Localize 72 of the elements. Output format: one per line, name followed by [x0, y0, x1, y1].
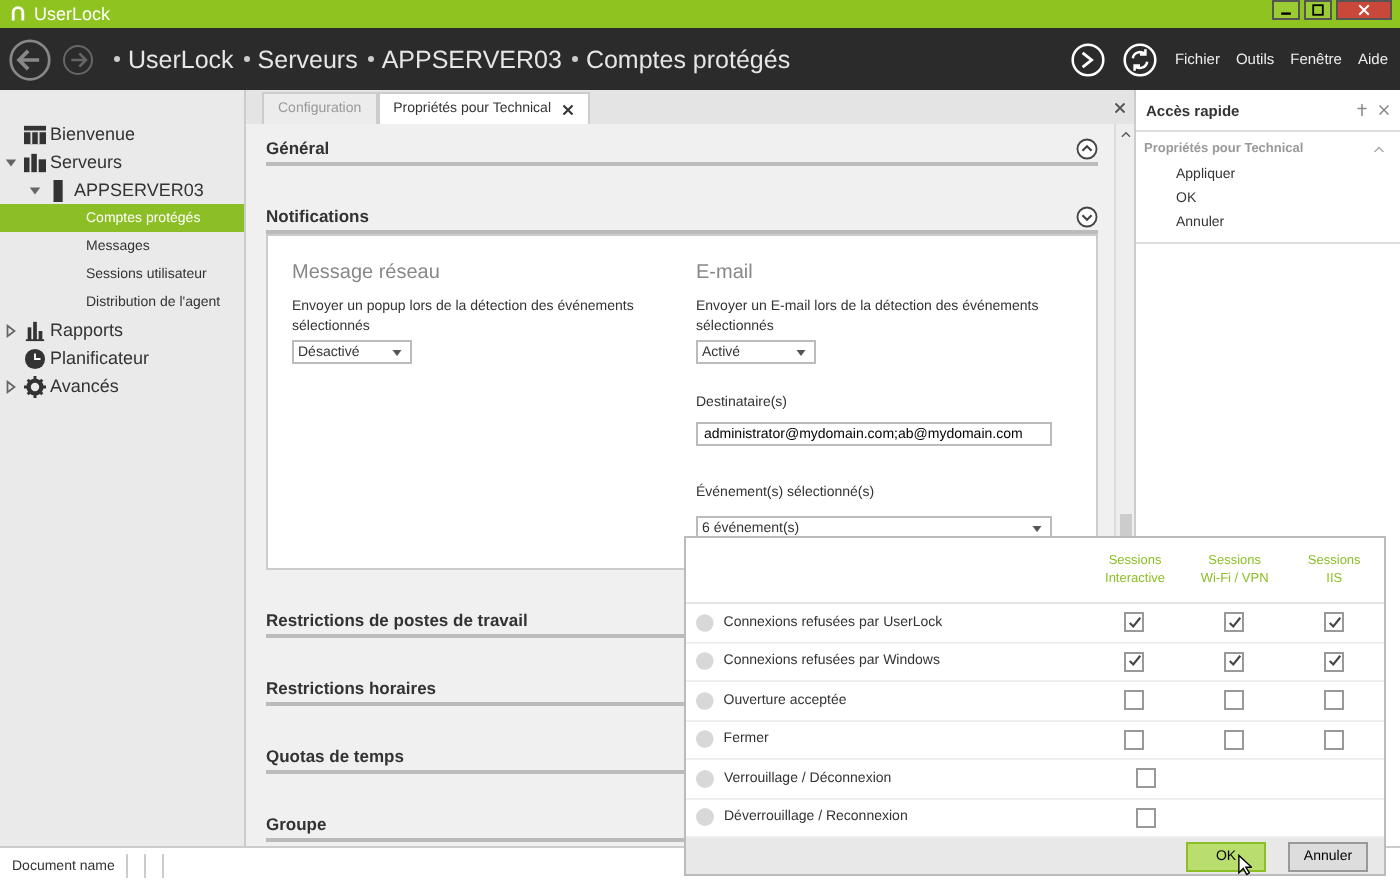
breadcrumb-item[interactable]: Comptes protégés — [585, 45, 791, 73]
gear-icon — [24, 375, 46, 397]
checkbox[interactable] — [1224, 612, 1245, 633]
section-heading[interactable]: Groupe — [266, 814, 327, 834]
expander-icon[interactable] — [4, 155, 18, 169]
checkbox[interactable] — [1124, 651, 1145, 672]
tree-label: Bienvenue — [50, 124, 136, 144]
tree-label: Avancés — [50, 376, 119, 396]
back-button[interactable] — [8, 37, 52, 81]
section-heading[interactable]: Notifications — [266, 206, 369, 226]
tree-item[interactable]: Bienvenue — [0, 120, 244, 148]
refresh-icon[interactable] — [1122, 41, 1159, 77]
collapse-toggle-icon[interactable] — [1076, 137, 1098, 159]
close-icon[interactable] — [1114, 101, 1126, 113]
checkbox[interactable] — [1124, 612, 1145, 633]
column-heading: E-mail — [696, 260, 753, 286]
tree-item[interactable]: Serveurs — [0, 148, 244, 176]
close-button[interactable] — [1336, 0, 1392, 20]
section-heading[interactable]: Général — [266, 138, 330, 158]
checkbox[interactable] — [1224, 729, 1245, 750]
tree-label: Serveurs — [50, 152, 123, 172]
checkbox[interactable] — [1135, 768, 1155, 789]
clock-icon — [24, 347, 46, 369]
expander-icon[interactable] — [4, 379, 18, 393]
breadcrumb-item[interactable]: APPSERVER03 — [381, 45, 562, 73]
section-heading[interactable]: Quotas de temps — [266, 746, 404, 766]
terminal-icon[interactable] — [1070, 41, 1107, 77]
checkbox[interactable] — [1224, 690, 1245, 711]
checkbox[interactable] — [1324, 612, 1345, 633]
caret-icon — [796, 349, 806, 355]
checkbox[interactable] — [1135, 807, 1155, 828]
caret-icon — [1032, 525, 1042, 531]
separator-icon — [114, 56, 120, 62]
tree-label: APPSERVER03 — [74, 180, 204, 200]
checkbox[interactable] — [1324, 729, 1345, 750]
collapse-toggle-icon[interactable] — [1076, 205, 1098, 227]
close-icon[interactable] — [561, 103, 573, 115]
scroll-up-icon[interactable] — [1119, 130, 1131, 138]
close-icon — [1358, 4, 1370, 16]
breadcrumb-item[interactable]: Serveurs — [257, 45, 358, 73]
separator-icon — [367, 56, 374, 62]
tree-label: Planificateur — [50, 348, 150, 368]
expander-icon[interactable] — [28, 183, 42, 197]
window-title: UserLock — [34, 4, 111, 24]
tree-item[interactable]: APPSERVER03 — [0, 176, 244, 204]
column-heading: Message réseau — [292, 260, 440, 286]
separator-icon — [571, 56, 578, 62]
server-stack-icon — [24, 151, 46, 173]
pin-icon[interactable] — [1356, 104, 1368, 116]
expander-icon[interactable] — [4, 323, 18, 337]
caret-icon — [392, 349, 402, 355]
checkbox[interactable] — [1324, 690, 1345, 711]
separator-icon — [243, 56, 250, 62]
grid-icon — [24, 123, 46, 145]
section-heading[interactable]: Restrictions de postes de travail — [266, 610, 528, 630]
app-logo-icon — [10, 6, 26, 22]
bar-chart-icon — [24, 319, 46, 341]
tree-item[interactable]: Rapports — [0, 316, 244, 344]
forward-button[interactable] — [62, 43, 94, 75]
minimize-button[interactable] — [1272, 0, 1300, 20]
maximize-button[interactable] — [1304, 0, 1332, 20]
maximize-icon — [1312, 4, 1324, 16]
checkbox[interactable] — [1124, 690, 1145, 711]
tree-item[interactable]: Planificateur — [0, 344, 244, 372]
checkbox[interactable] — [1224, 651, 1245, 672]
section-heading[interactable]: Restrictions horaires — [266, 678, 437, 698]
checkbox[interactable] — [1124, 729, 1145, 750]
tree-item[interactable]: Avancés — [0, 372, 244, 400]
breadcrumb-item[interactable]: UserLock — [128, 45, 234, 73]
checkbox[interactable] — [1324, 651, 1345, 672]
section-header[interactable]: Général — [266, 134, 1098, 166]
tree-label: Rapports — [50, 320, 124, 340]
